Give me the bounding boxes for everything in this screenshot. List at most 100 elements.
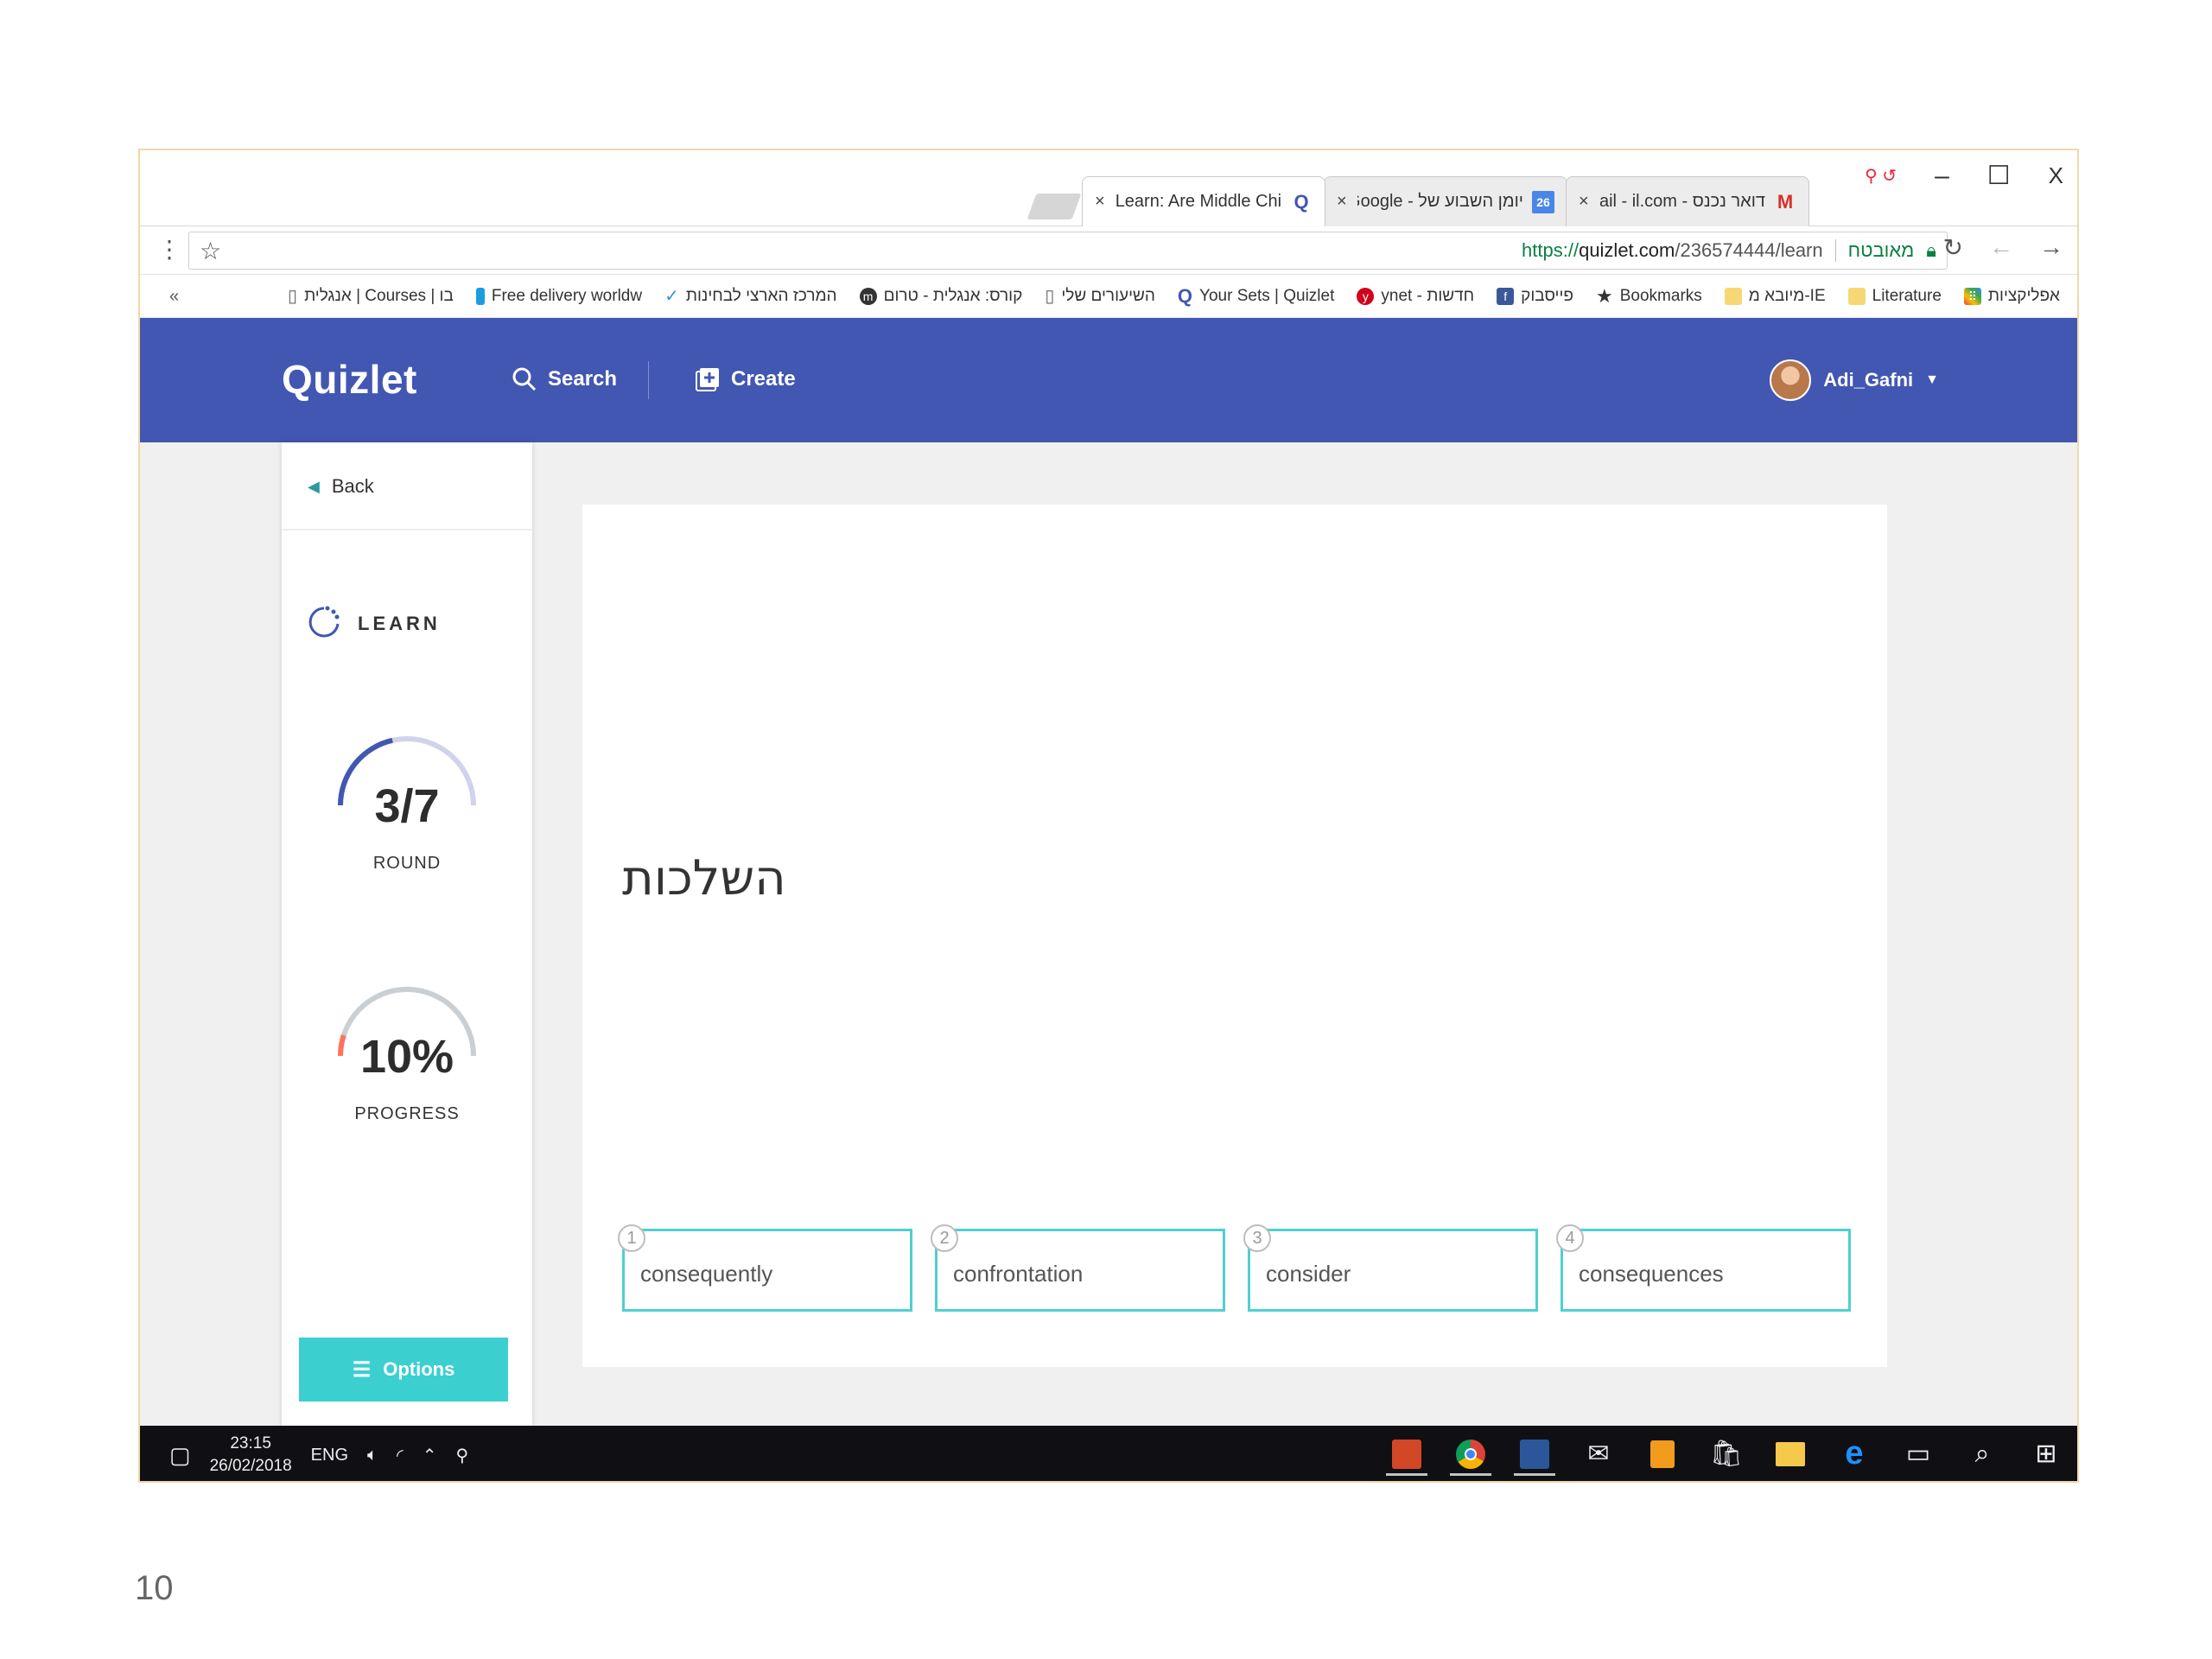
task-view-icon[interactable]: ▭	[1897, 1434, 1939, 1476]
question-card: השלכות 1 consequently 2 confrontation 3 …	[582, 505, 1887, 1367]
bookmark-exams-center[interactable]: ✓ המרכז הארצי לבחינות	[664, 285, 836, 307]
chevron-up-icon[interactable]: ⌃	[423, 1445, 437, 1466]
quizlet-logo[interactable]: Quizlet	[282, 356, 417, 403]
people-icon[interactable]: ⚲	[456, 1445, 469, 1466]
tab-learn[interactable]: × Learn: Are Middle Childr Q	[1082, 176, 1325, 226]
sliders-icon: ☰	[352, 1357, 372, 1382]
sidebar-divider	[282, 529, 532, 531]
answer-text: consequently	[640, 1261, 773, 1287]
bookmark-course[interactable]: m קורס: אנגלית - טרום	[859, 287, 1022, 306]
edge-icon[interactable]: e	[1834, 1434, 1875, 1476]
answer-text: consequences	[1579, 1261, 1724, 1287]
menu-dots-icon[interactable]: ⋮	[157, 235, 181, 264]
address-bar[interactable]: ☆ https://quizlet.com/236574444/learn מא…	[188, 232, 1948, 270]
url-scheme: https://	[1522, 239, 1580, 261]
bookmark-ie-import[interactable]: מיובא מ-IE	[1724, 287, 1826, 306]
quizlet-q-icon: Q	[1294, 190, 1309, 213]
answer-option-1[interactable]: 1 consequently	[618, 1224, 912, 1312]
clock[interactable]: 23:15 26/02/2018	[210, 1433, 292, 1478]
clock-date: 26/02/2018	[209, 1457, 292, 1475]
file-explorer-icon[interactable]	[1770, 1434, 1811, 1476]
taskbar-apps: ✉ 🛍︎ e ▭ ⌕ ⊞	[1386, 1434, 2067, 1476]
answer-number: 4	[1556, 1224, 1584, 1252]
bookmark-facebook[interactable]: f פייסבוק	[1497, 287, 1573, 306]
round-label: ROUND	[372, 854, 442, 873]
tab-close-icon[interactable]: ×	[1337, 192, 1347, 212]
slide: × Learn: Are Middle Childr Q × יומן השבו…	[0, 0, 2212, 1659]
answer-option-4[interactable]: 4 consequences	[1556, 1224, 1851, 1312]
wifi-icon[interactable]: ◜	[397, 1445, 404, 1466]
screenshot-frame: × Learn: Are Middle Childr Q × יומן השבו…	[138, 149, 2079, 1483]
extension-icon[interactable]: ⚲ ↺	[1865, 165, 1897, 187]
caret-down-icon: ▼	[1925, 372, 1939, 387]
answer-number: 2	[931, 1224, 958, 1252]
answer-text: confrontation	[953, 1261, 1084, 1287]
back-arrow-icon[interactable]: ←	[1989, 233, 2013, 262]
create-label: Create	[731, 367, 796, 391]
learn-sidebar: ◀ Back LEARN 3/7 ROUND 10% PROGRESS ☰ Op…	[282, 442, 532, 1426]
facebook-icon: f	[1497, 287, 1515, 305]
ynet-icon: y	[1357, 287, 1375, 305]
mail-icon[interactable]: ✉	[1578, 1434, 1619, 1476]
user-menu[interactable]: Adi_Gafni ▼	[1770, 359, 1939, 401]
tab-strip: × Learn: Are Middle Childr Q × יומן השבו…	[1027, 176, 1809, 226]
search-icon	[512, 367, 537, 391]
forward-arrow-icon[interactable]: →	[2039, 233, 2063, 262]
close-button[interactable]: X	[2049, 162, 2063, 189]
system-tray: ▢ 23:15 26/02/2018 ENG 🔈︎ ◜ ⌃ ⚲	[169, 1433, 468, 1478]
calendar-icon: 26	[1532, 190, 1554, 213]
minimize-button[interactable]: –	[1935, 162, 1949, 191]
media-player-icon[interactable]	[1642, 1434, 1683, 1476]
bookmark-quizlet-sets[interactable]: Q Your Sets | Quizlet	[1178, 285, 1334, 308]
window-controls: ⚲ ↺ – ☐ X	[1865, 161, 2063, 191]
bookmark-literature[interactable]: Literature	[1847, 287, 1942, 306]
address-row: ⋮ ☆ https://quizlet.com/236574444/learn …	[140, 226, 2077, 275]
moodle-icon: m	[859, 287, 877, 305]
volume-icon[interactable]: 🔈︎	[367, 1446, 378, 1465]
learn-icon	[308, 606, 340, 638]
answer-choices: 1 consequently 2 confrontation 3 conside…	[618, 1224, 1851, 1312]
url-separator	[1834, 239, 1836, 262]
chrome-icon[interactable]	[1450, 1434, 1491, 1476]
apps-grid-icon: ⠿	[1963, 287, 1981, 305]
tab-gmail[interactable]: × דואר נכנס - Gmail - il.com M	[1566, 176, 1809, 226]
bookmark-courses[interactable]: ▯ אנגלית | Courses | בו	[288, 285, 454, 307]
bookmark-apps[interactable]: ⠿ אפליקציות	[1963, 287, 2060, 306]
store-icon[interactable]: 🛍︎	[1706, 1434, 1747, 1476]
windows-start-icon[interactable]: ⊞	[2025, 1434, 2067, 1476]
word-icon[interactable]	[1514, 1434, 1555, 1476]
chevron-left-icon[interactable]: «	[169, 287, 179, 307]
tab-calendar[interactable]: × יומן השבוע של - Google 26	[1324, 176, 1567, 226]
back-link[interactable]: ◀ Back	[308, 475, 374, 498]
round-value: 3/7	[374, 780, 440, 832]
clock-time: 23:15	[230, 1434, 271, 1452]
page-icon: ▯	[288, 287, 298, 306]
maximize-button[interactable]: ☐	[1987, 161, 2011, 191]
language-indicator[interactable]: ENG	[311, 1446, 348, 1465]
tab-close-icon[interactable]: ×	[1095, 192, 1105, 212]
powerpoint-icon[interactable]	[1386, 1434, 1427, 1476]
progress-value: 10%	[359, 1031, 454, 1083]
new-tab-button[interactable]	[1027, 194, 1082, 219]
answer-option-3[interactable]: 3 consider	[1243, 1224, 1538, 1312]
search-button[interactable]: Search	[512, 366, 617, 392]
options-label: Options	[383, 1358, 455, 1380]
options-button[interactable]: ☰ Options	[299, 1338, 508, 1402]
windows-taskbar: ▢ 23:15 26/02/2018 ENG 🔈︎ ◜ ⌃ ⚲ ✉ 🛍︎ e ▭…	[140, 1426, 2077, 1481]
bookmark-star-icon[interactable]: ☆	[200, 237, 221, 265]
cortana-search-icon[interactable]: ⌕	[1961, 1434, 2003, 1476]
bookmark-ynet[interactable]: y ynet - חדשות	[1357, 287, 1474, 306]
answer-option-2[interactable]: 2 confrontation	[931, 1224, 1225, 1312]
notifications-icon[interactable]: ▢	[169, 1442, 191, 1469]
reload-icon[interactable]: ↻	[1943, 233, 1963, 262]
back-label: Back	[331, 475, 374, 497]
page-icon: ▯	[1045, 287, 1055, 306]
tab-close-icon[interactable]: ×	[1579, 192, 1589, 212]
bookmark-free-delivery[interactable]: Free delivery worldw	[475, 287, 642, 306]
check-icon: ✓	[664, 287, 679, 306]
browser-titlebar: × Learn: Are Middle Childr Q × יומן השבו…	[140, 150, 2077, 226]
url-host: quizlet.com	[1579, 239, 1675, 261]
bookmark-bookmarks[interactable]: ★ Bookmarks	[1596, 285, 1702, 308]
create-button[interactable]: Create	[695, 366, 796, 392]
bookmark-my-lessons[interactable]: ▯ השיעורים שלי	[1045, 285, 1155, 307]
